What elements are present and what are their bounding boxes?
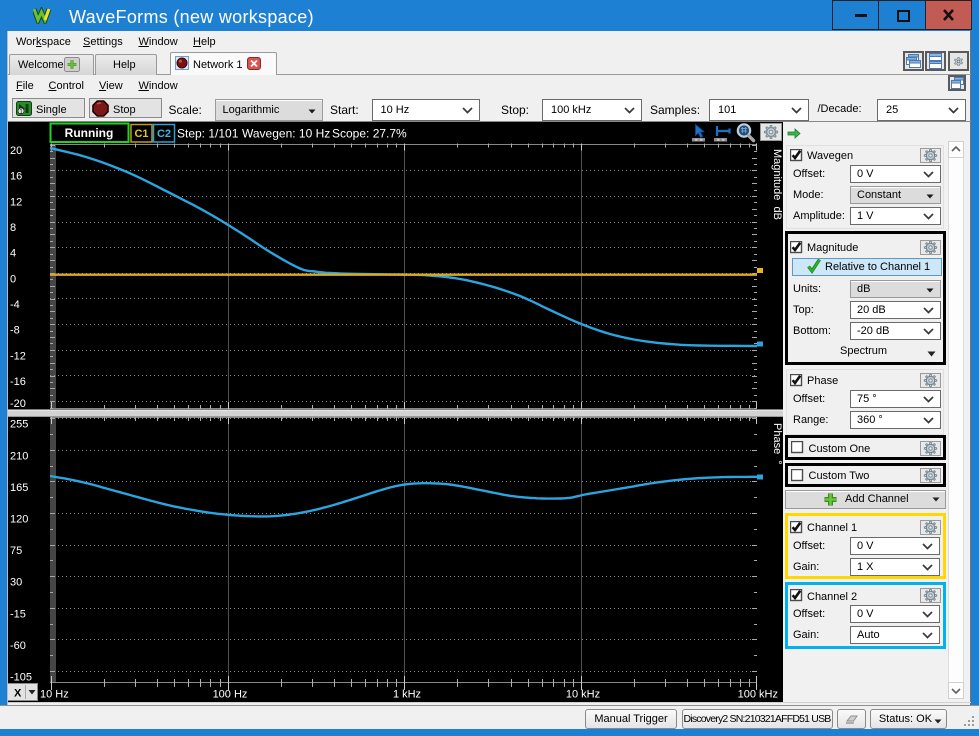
svg-text:120: 120 — [10, 514, 28, 526]
svg-text:-15: -15 — [10, 608, 26, 620]
svg-text:-12: -12 — [10, 350, 26, 362]
svg-text:-20: -20 — [10, 398, 26, 410]
svg-text:C1: C1 — [134, 128, 148, 140]
svg-text:210: 210 — [10, 450, 28, 462]
svg-text:Running: Running — [65, 126, 114, 140]
svg-text:16: 16 — [10, 171, 22, 183]
svg-text:1: 1 — [19, 108, 23, 115]
svg-text:C2: C2 — [157, 128, 171, 140]
svg-text:Magnitude dB: Magnitude dB — [771, 149, 783, 220]
svg-text:-60: -60 — [10, 640, 26, 652]
svg-text:165: 165 — [10, 482, 28, 494]
svg-text:Step: 1/101: Step: 1/101 — [177, 127, 239, 141]
svg-text:12: 12 — [10, 196, 22, 208]
svg-text:0: 0 — [10, 273, 16, 285]
svg-text:10 Hz: 10 Hz — [40, 689, 69, 701]
svg-text:X: X — [14, 688, 22, 700]
svg-text:30: 30 — [10, 577, 22, 589]
svg-text:10 kHz: 10 kHz — [566, 689, 600, 701]
svg-text:1 kHz: 1 kHz — [393, 689, 421, 701]
svg-text:Phase °: Phase ° — [771, 423, 783, 465]
svg-text:100 kHz: 100 kHz — [738, 689, 778, 701]
svg-text:-16: -16 — [10, 376, 26, 388]
svg-text:Wavegen: 10 Hz: Wavegen: 10 Hz — [242, 127, 330, 141]
svg-text:255: 255 — [10, 419, 28, 431]
svg-text:20: 20 — [10, 145, 22, 157]
svg-text:-4: -4 — [10, 299, 20, 311]
svg-text:100 Hz: 100 Hz — [213, 689, 248, 701]
svg-text:4: 4 — [10, 248, 16, 260]
svg-text:Scope: 27.7%: Scope: 27.7% — [332, 127, 407, 141]
svg-text:8: 8 — [10, 222, 16, 234]
svg-text:75: 75 — [10, 545, 22, 557]
svg-text:-105: -105 — [10, 672, 32, 684]
svg-text:-8: -8 — [10, 325, 20, 337]
